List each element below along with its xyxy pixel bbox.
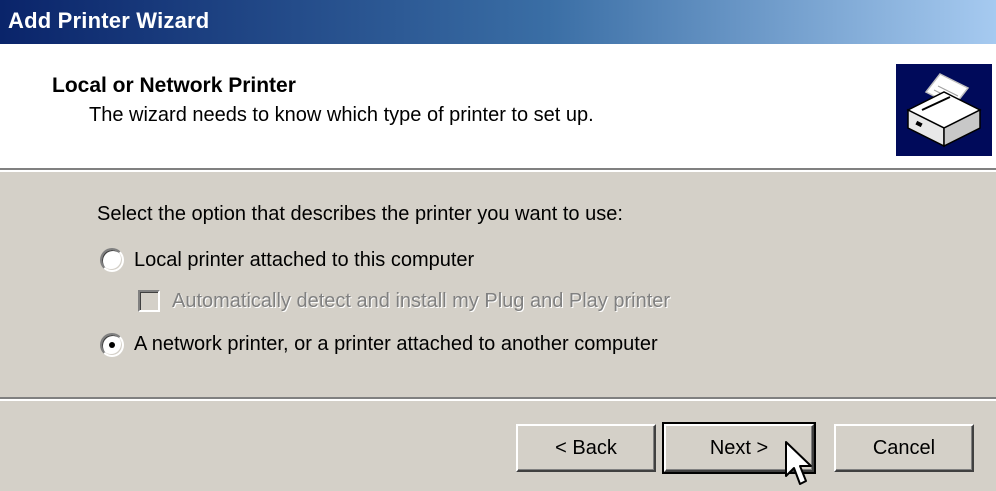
network-printer-radio[interactable] <box>100 333 124 357</box>
local-printer-radio[interactable] <box>100 248 124 272</box>
title-bar[interactable]: Add Printer Wizard <box>0 0 996 44</box>
printer-icon <box>896 64 992 156</box>
cancel-button[interactable]: Cancel <box>834 424 974 472</box>
plug-and-play-label[interactable]: Automatically detect and install my Plug… <box>172 290 670 313</box>
window-title: Add Printer Wizard <box>8 8 210 33</box>
page-title: Local or Network Printer <box>52 74 296 97</box>
network-printer-label[interactable]: A network printer, or a printer attached… <box>134 333 658 356</box>
local-printer-label[interactable]: Local printer attached to this computer <box>134 249 474 272</box>
mouse-pointer-icon <box>784 440 814 490</box>
page-subtitle: The wizard needs to know which type of p… <box>89 104 594 126</box>
plug-and-play-checkbox[interactable] <box>138 290 160 312</box>
header-divider-highlight <box>0 170 996 172</box>
back-button[interactable]: < Back <box>516 424 656 472</box>
wizard-header: Local or Network Printer The wizard need… <box>0 44 996 168</box>
option-prompt: Select the option that describes the pri… <box>97 203 623 225</box>
footer-divider-highlight <box>0 399 996 401</box>
radio-selected-dot <box>109 342 115 348</box>
add-printer-wizard-window: Add Printer Wizard Local or Network Prin… <box>0 0 996 491</box>
